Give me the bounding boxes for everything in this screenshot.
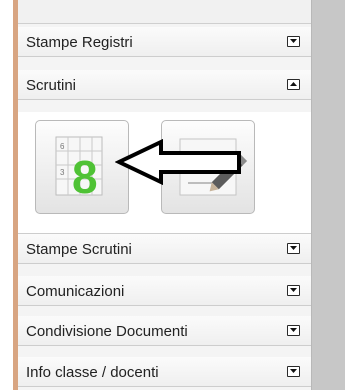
- expand-toggle-icon[interactable]: [287, 285, 300, 296]
- annotation-arrow-icon: [115, 139, 241, 185]
- section-label: Condivisione Documenti: [26, 323, 188, 340]
- grade-digit-six: 6: [60, 142, 65, 151]
- section-label: Info classe / docenti: [26, 364, 159, 381]
- collapse-toggle-icon[interactable]: [287, 79, 300, 90]
- section-info-classe-docenti[interactable]: Info classe / docenti: [18, 357, 311, 387]
- expand-toggle-icon[interactable]: [287, 366, 300, 377]
- grade-digit-three: 3: [60, 168, 65, 177]
- menu-top-edge: [18, 0, 311, 24]
- section-comunicazioni[interactable]: Comunicazioni: [18, 276, 311, 306]
- section-condivisione-documenti[interactable]: Condivisione Documenti: [18, 316, 311, 346]
- section-label: Comunicazioni: [26, 283, 125, 300]
- expand-toggle-icon[interactable]: [287, 243, 300, 254]
- scrutini-content: 6 3 8: [18, 112, 311, 234]
- section-scrutini[interactable]: Scrutini: [18, 70, 311, 100]
- section-label: Scrutini: [26, 77, 77, 94]
- section-stampe-registri[interactable]: Stampe Registri: [18, 27, 311, 57]
- section-label: Stampe Scrutini: [26, 241, 132, 258]
- expand-toggle-icon[interactable]: [287, 36, 300, 47]
- grade-digit-eight: 8: [72, 151, 98, 203]
- section-stampe-scrutini[interactable]: Stampe Scrutini: [18, 234, 311, 264]
- expand-toggle-icon[interactable]: [287, 325, 300, 336]
- right-gutter: [312, 0, 345, 390]
- menu-panel: Stampe Registri Scrutini 6 3 8 Stampe Sc…: [18, 0, 312, 390]
- left-margin: [0, 0, 13, 390]
- section-label: Stampe Registri: [26, 34, 133, 51]
